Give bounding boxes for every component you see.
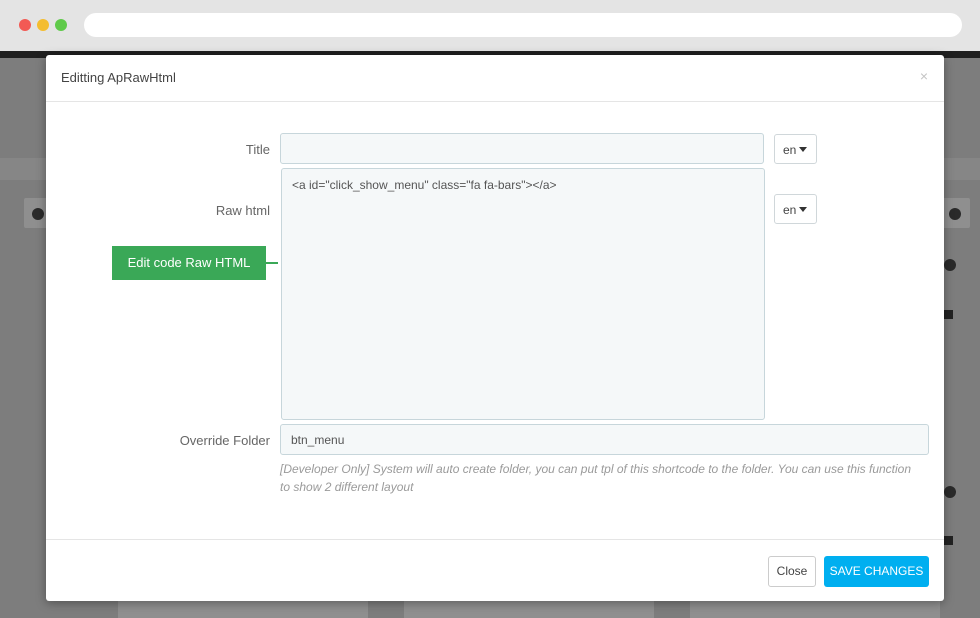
modal-footer: Close SAVE CHANGES xyxy=(46,539,944,602)
background-arrow-icon xyxy=(944,486,956,498)
override-folder-label: Override Folder xyxy=(179,433,270,448)
background-arrow-icon xyxy=(944,259,956,271)
background-plus-icon xyxy=(944,310,953,319)
title-label: Title xyxy=(245,142,270,157)
edit-modal: Editting ApRawHtml × Title en Raw html <… xyxy=(46,55,944,601)
raw-html-textarea[interactable]: <a id="click_show_menu" class="fa fa-bar… xyxy=(281,168,765,420)
modal-header: Editting ApRawHtml × xyxy=(46,55,944,102)
address-bar[interactable] xyxy=(84,13,962,37)
callout-connector xyxy=(266,262,278,264)
close-icon[interactable]: × xyxy=(920,68,928,84)
save-changes-button[interactable]: SAVE CHANGES xyxy=(824,556,929,587)
background-arrow-icon xyxy=(32,208,44,220)
override-folder-input[interactable]: btn_menu xyxy=(280,424,929,455)
raw-html-label: Raw html xyxy=(215,203,270,218)
help-text: [Developer Only] System will auto create… xyxy=(280,462,912,494)
background-arrow-icon xyxy=(949,208,961,220)
browser-chrome xyxy=(0,0,980,51)
edit-code-callout: Edit code Raw HTML xyxy=(112,246,266,280)
title-language-select[interactable]: en xyxy=(774,134,817,164)
caret-down-icon xyxy=(799,207,808,212)
title-input[interactable] xyxy=(280,133,764,164)
close-window-dot[interactable] xyxy=(19,19,31,31)
background-plus-icon xyxy=(944,536,953,545)
minimize-window-dot[interactable] xyxy=(37,19,49,31)
raw-html-language-value: en xyxy=(783,203,797,217)
maximize-window-dot[interactable] xyxy=(55,19,67,31)
title-language-value: en xyxy=(783,143,797,157)
caret-down-icon xyxy=(799,147,808,152)
raw-html-language-select[interactable]: en xyxy=(774,194,817,224)
modal-title: Editting ApRawHtml xyxy=(61,70,176,85)
close-button[interactable]: Close xyxy=(768,556,816,587)
